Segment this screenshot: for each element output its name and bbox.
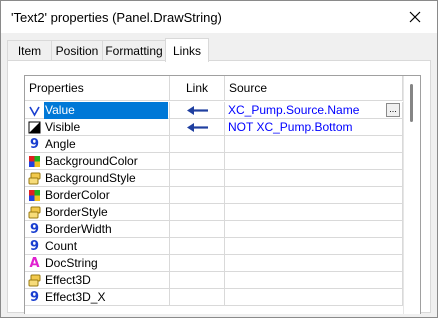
link-arrow-icon — [187, 123, 208, 132]
source-cell[interactable] — [225, 255, 403, 272]
property-name: Angle — [45, 137, 76, 151]
window-title: 'Text2' properties (Panel.DrawString) — [11, 10, 222, 25]
property-row-docstring[interactable]: A DocString — [25, 255, 403, 272]
property-name: Value — [45, 103, 75, 117]
property-name: BorderColor — [45, 188, 110, 202]
link-cell[interactable] — [170, 153, 225, 170]
source-cell[interactable] — [225, 170, 403, 187]
style-icon — [28, 274, 41, 287]
link-cell[interactable] — [170, 221, 225, 238]
tab-item-label: Item — [17, 44, 42, 58]
source-cell[interactable] — [225, 272, 403, 289]
number-icon: 9 — [29, 222, 40, 237]
property-name: BackgroundColor — [45, 154, 138, 168]
property-cell[interactable]: BorderColor — [25, 187, 170, 204]
tab-position-label: Position — [55, 44, 99, 58]
property-name: Count — [45, 239, 78, 253]
link-cell[interactable] — [170, 255, 225, 272]
number-icon: 9 — [29, 290, 40, 305]
property-name: Effect3D — [45, 273, 91, 287]
property-row-angle[interactable]: 9 Angle — [25, 136, 403, 153]
property-cell[interactable]: Value — [25, 102, 170, 119]
property-cell[interactable]: A DocString — [25, 255, 170, 272]
tab-formatting[interactable]: Formatting — [102, 40, 166, 61]
style-icon — [28, 172, 41, 185]
property-cell[interactable]: BackgroundColor — [25, 153, 170, 170]
link-cell[interactable] — [170, 272, 225, 289]
property-row-backgroundcolor[interactable]: BackgroundColor — [25, 153, 403, 170]
close-icon — [409, 11, 421, 23]
property-row-borderwidth[interactable]: 9 BorderWidth — [25, 221, 403, 238]
link-cell[interactable] — [170, 187, 225, 204]
source-cell[interactable] — [225, 238, 403, 255]
vertical-scrollbar[interactable] — [403, 76, 420, 314]
links-tab-panel: Properties Link Source Value XC_Pump.Sour… — [7, 60, 431, 314]
tab-links-label: Links — [172, 43, 201, 58]
property-cell[interactable]: BorderStyle — [25, 204, 170, 221]
property-cell[interactable]: 9 Count — [25, 238, 170, 255]
source-cell[interactable] — [225, 187, 403, 204]
property-cell[interactable]: 9 Angle — [25, 136, 170, 153]
link-cell[interactable] — [170, 170, 225, 187]
source-expression: XC_Pump.Source.Name — [228, 103, 360, 117]
visible-icon — [28, 121, 41, 134]
string-icon: A — [29, 256, 40, 271]
property-row-backgroundstyle[interactable]: BackgroundStyle — [25, 170, 403, 187]
header-properties[interactable]: Properties — [25, 76, 170, 101]
color-icon — [28, 189, 41, 202]
property-name: BackgroundStyle — [45, 171, 136, 185]
property-row-borderstyle[interactable]: BorderStyle — [25, 204, 403, 221]
tab-position[interactable]: Position — [51, 40, 103, 61]
source-cell[interactable] — [225, 153, 403, 170]
header-source[interactable]: Source — [225, 76, 403, 101]
property-cell[interactable]: Visible — [25, 119, 170, 136]
property-cell[interactable]: Effect3D — [25, 272, 170, 289]
property-cell[interactable]: BackgroundStyle — [25, 170, 170, 187]
link-cell[interactable] — [170, 136, 225, 153]
value-icon — [28, 104, 41, 117]
browse-button[interactable]: ... — [386, 103, 400, 117]
property-row-bordercolor[interactable]: BorderColor — [25, 187, 403, 204]
link-cell[interactable] — [170, 119, 225, 136]
property-row-count[interactable]: 9 Count — [25, 238, 403, 255]
property-row-visible[interactable]: Visible NOT XC_Pump.Bottom — [25, 119, 403, 136]
property-cell[interactable]: 9 BorderWidth — [25, 221, 170, 238]
close-button[interactable] — [393, 1, 437, 33]
tab-formatting-label: Formatting — [105, 44, 163, 58]
property-name: Visible — [45, 120, 81, 134]
title-bar: 'Text2' properties (Panel.DrawString) — [1, 1, 437, 33]
link-cell[interactable] — [170, 204, 225, 221]
source-cell[interactable] — [225, 221, 403, 238]
source-cell[interactable] — [225, 136, 403, 153]
source-cell[interactable]: XC_Pump.Source.Name... — [225, 102, 403, 119]
scrollbar-thumb[interactable] — [410, 84, 413, 122]
source-cell[interactable] — [225, 204, 403, 221]
style-icon — [28, 206, 41, 219]
property-name: BorderStyle — [45, 205, 108, 219]
number-icon: 9 — [29, 137, 40, 152]
property-name: BorderWidth — [45, 222, 112, 236]
grid-header: Properties Link Source — [25, 76, 403, 101]
link-cell[interactable] — [170, 238, 225, 255]
property-name: DocString — [45, 256, 98, 270]
properties-dialog: 'Text2' properties (Panel.DrawString) It… — [0, 0, 438, 318]
property-row-effect3d-x[interactable]: 9 Effect3D_X — [25, 289, 403, 306]
tab-links[interactable]: Links — [165, 38, 209, 62]
tab-item[interactable]: Item — [7, 40, 52, 61]
property-cell[interactable]: 9 Effect3D_X — [25, 289, 170, 306]
property-row-effect3d[interactable]: Effect3D — [25, 272, 403, 289]
link-cell[interactable] — [170, 102, 225, 119]
source-expression: NOT XC_Pump.Bottom — [228, 120, 353, 134]
link-cell[interactable] — [170, 289, 225, 306]
source-cell[interactable] — [225, 289, 403, 306]
links-grid: Properties Link Source Value XC_Pump.Sour… — [24, 75, 421, 314]
property-name: Effect3D_X — [45, 290, 106, 304]
header-link[interactable]: Link — [170, 76, 225, 101]
number-icon: 9 — [29, 239, 40, 254]
color-icon — [28, 155, 41, 168]
source-cell[interactable]: NOT XC_Pump.Bottom — [225, 119, 403, 136]
link-arrow-icon — [187, 106, 208, 115]
property-row-value[interactable]: Value XC_Pump.Source.Name... — [25, 102, 403, 119]
